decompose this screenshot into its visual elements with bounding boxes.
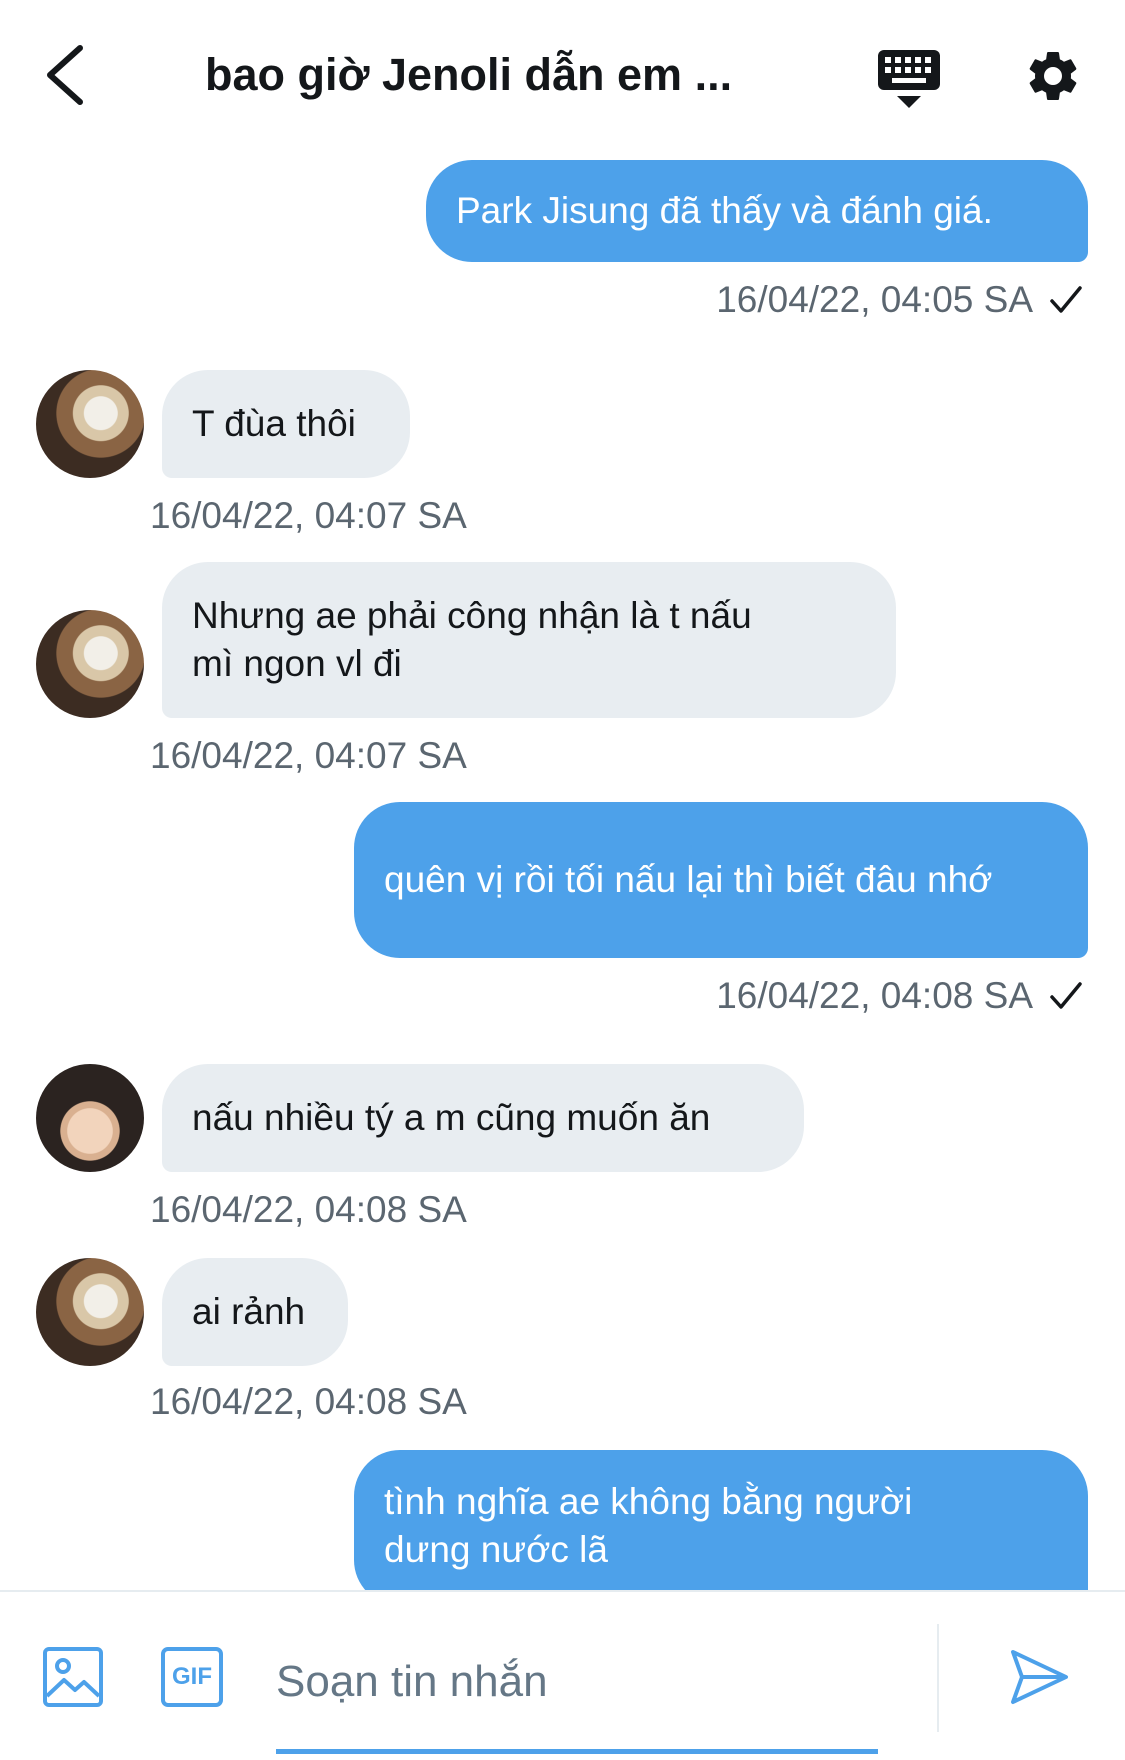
outgoing-message[interactable]: tình nghĩa ae không bằng người dưng nước… bbox=[354, 1450, 1088, 1606]
back-button[interactable] bbox=[38, 40, 98, 110]
avatar[interactable] bbox=[36, 1258, 144, 1366]
avatar[interactable] bbox=[36, 610, 144, 718]
send-icon bbox=[1011, 1650, 1068, 1704]
conversation-header: bao giờ Jenoli dẫn em ... bbox=[0, 0, 1125, 150]
message-text: ai rảnh bbox=[192, 1291, 306, 1332]
attach-gif-button[interactable]: GIF bbox=[160, 1646, 224, 1708]
checkmark-icon bbox=[1050, 982, 1082, 1009]
settings-button[interactable] bbox=[1023, 46, 1083, 106]
message-timestamp: 16/04/22, 04:07 SA bbox=[150, 495, 467, 536]
message-text: quên vị rồi tối nấu lại thì biết đâu nhớ bbox=[384, 859, 993, 900]
message-timestamp: 16/04/22, 04:05 SA bbox=[716, 276, 1083, 324]
input-underline bbox=[276, 1749, 878, 1754]
avatar[interactable] bbox=[36, 1064, 144, 1172]
chevron-left-icon bbox=[47, 45, 83, 105]
conversation-title[interactable]: bao giờ Jenoli dẫn em ... bbox=[205, 45, 775, 105]
checkmark-icon bbox=[1050, 286, 1082, 313]
message-timestamp: 16/04/22, 04:07 SA bbox=[150, 735, 467, 776]
message-composer: GIF Soạn tin nhắn bbox=[0, 1590, 1125, 1760]
divider bbox=[937, 1624, 939, 1732]
message-text: T đùa thôi bbox=[192, 403, 356, 444]
message-timestamp: 16/04/22, 04:08 SA bbox=[150, 1381, 467, 1422]
keyboard-button[interactable] bbox=[876, 46, 942, 112]
incoming-message[interactable]: Nhưng ae phải công nhận là t nấu mì ngon… bbox=[162, 562, 896, 718]
outgoing-message[interactable]: Park Jisung đã thấy và đánh giá. bbox=[426, 160, 1088, 262]
message-timestamp: 16/04/22, 04:08 SA bbox=[716, 972, 1083, 1020]
image-icon bbox=[43, 1647, 103, 1707]
message-input[interactable]: Soạn tin nhắn bbox=[276, 1652, 548, 1712]
incoming-message[interactable]: nấu nhiều tý a m cũng muốn ăn bbox=[162, 1064, 804, 1172]
gif-label: GIF bbox=[172, 1663, 212, 1690]
gear-icon bbox=[1029, 51, 1077, 100]
avatar[interactable] bbox=[36, 370, 144, 478]
outgoing-message[interactable]: quên vị rồi tối nấu lại thì biết đâu nhớ bbox=[354, 802, 1088, 958]
incoming-message[interactable]: ai rảnh bbox=[162, 1258, 348, 1366]
message-text: Nhưng ae phải công nhận là t nấu mì ngon… bbox=[192, 595, 752, 684]
incoming-message[interactable]: T đùa thôi bbox=[162, 370, 410, 478]
message-text: Park Jisung đã thấy và đánh giá. bbox=[456, 190, 993, 231]
send-button[interactable] bbox=[1008, 1646, 1070, 1708]
keyboard-icon bbox=[878, 50, 940, 108]
message-timestamp: 16/04/22, 04:08 SA bbox=[150, 1189, 467, 1230]
message-text: tình nghĩa ae không bằng người dưng nước… bbox=[384, 1481, 913, 1570]
attach-image-button[interactable] bbox=[42, 1646, 104, 1708]
message-text: nấu nhiều tý a m cũng muốn ăn bbox=[192, 1097, 711, 1138]
